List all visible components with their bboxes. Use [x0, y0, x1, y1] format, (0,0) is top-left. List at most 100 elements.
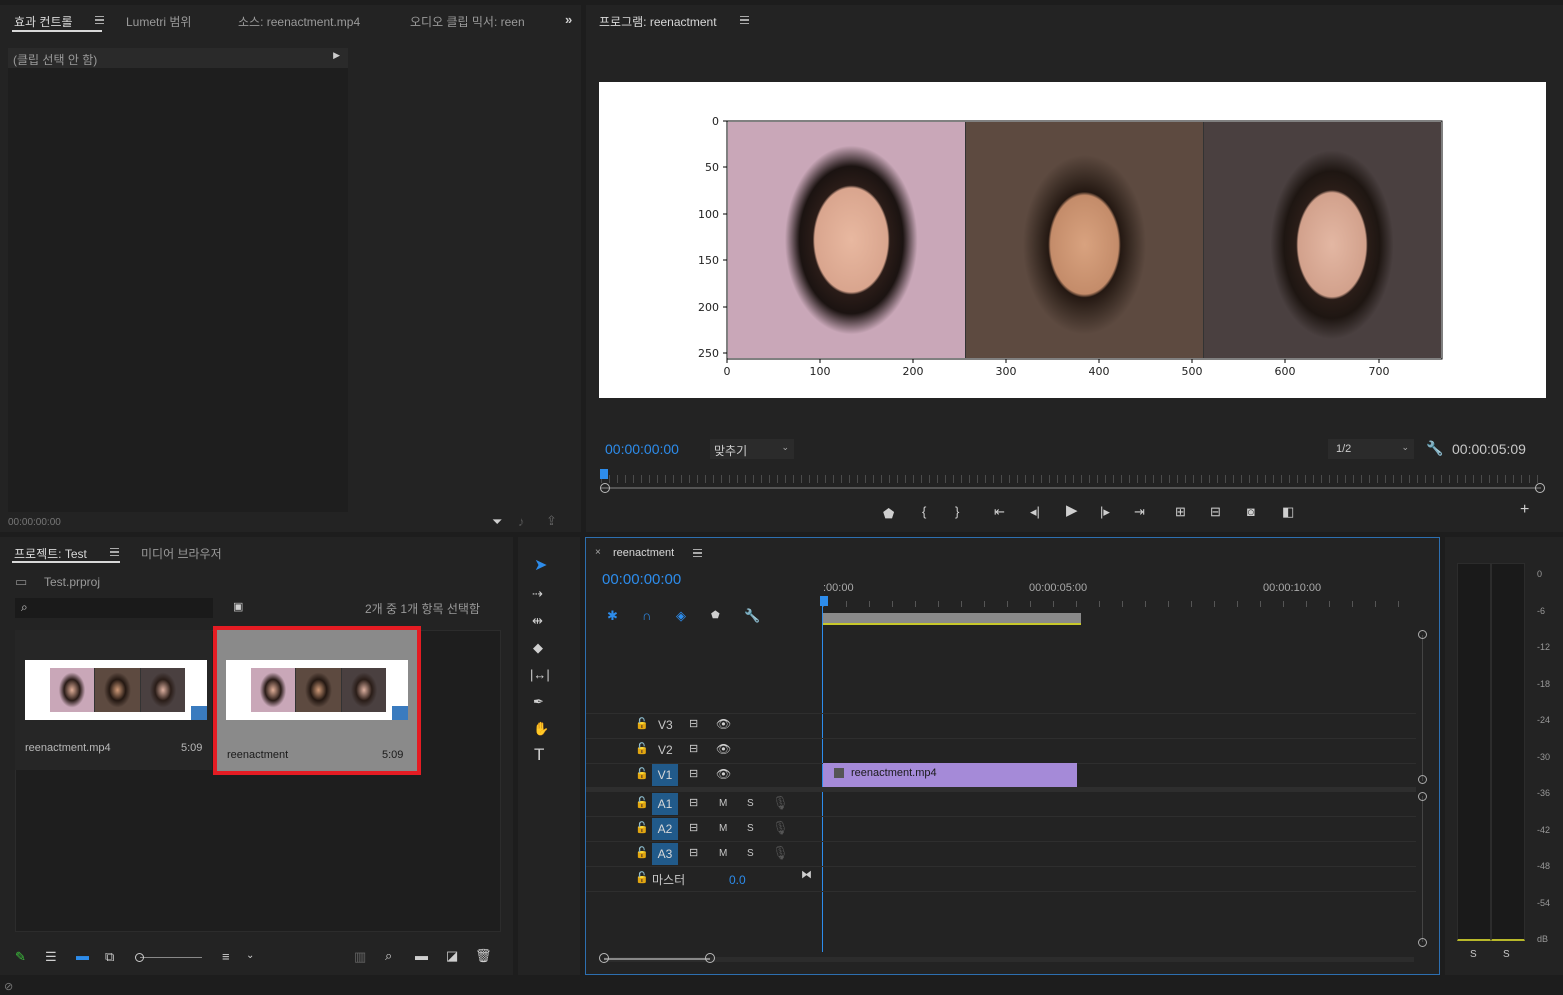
tab-project[interactable]: 프로젝트: Test [14, 545, 87, 562]
find-icon[interactable]: ▣ [233, 600, 243, 614]
lock-icon[interactable]: 🔓 [635, 767, 649, 781]
vertical-scrollbar[interactable] [1422, 635, 1423, 781]
find-icon[interactable]: ⌕ [385, 949, 392, 963]
sync-lock-icon[interactable]: ⊟ [689, 821, 698, 835]
timeline-timecode[interactable]: 00:00:00:00 [602, 571, 681, 588]
lock-icon[interactable]: 🔓 [635, 742, 649, 756]
lock-icon[interactable]: 🔓 [635, 796, 649, 810]
project-item-selected[interactable]: reenactment 5:09 [213, 626, 421, 775]
new-bin-icon[interactable]: ▬ [415, 949, 428, 963]
vertical-scrollbar[interactable] [1422, 796, 1423, 942]
microphone-icon[interactable]: 🎙 [772, 821, 789, 835]
mark-in-icon[interactable]: { [922, 505, 926, 519]
snap-icon[interactable]: ∩ [642, 609, 651, 623]
nest-icon[interactable]: ✱ [607, 609, 618, 623]
play-audio-icon[interactable]: ♪ [518, 515, 525, 529]
fit-dropdown[interactable]: 맞추기 ⌄ [710, 439, 794, 459]
add-marker-icon[interactable]: ⬟ [711, 609, 720, 623]
scroll-handle[interactable] [1418, 775, 1427, 784]
scroll-handle[interactable] [1418, 630, 1427, 639]
add-button-icon[interactable]: + [1520, 502, 1529, 518]
filter-icon[interactable]: ⏷ [492, 515, 502, 529]
wrench-icon[interactable]: 🔧 [744, 609, 760, 623]
razor-tool-icon[interactable]: ◆ [533, 641, 543, 655]
status-icon[interactable]: ⊘ [4, 980, 13, 994]
track-select-tool-icon[interactable]: ⇢ [532, 587, 543, 601]
freeform-view-icon[interactable]: ⧉ [105, 950, 114, 964]
timeline-menu-icon[interactable] [693, 549, 702, 557]
step-back-icon[interactable]: ◂| [1030, 505, 1040, 519]
eye-icon[interactable]: 👁 [716, 742, 731, 756]
linked-selection-icon[interactable]: ◈ [676, 609, 686, 623]
automate-sequence-icon[interactable]: ▥ [354, 950, 366, 964]
zoom-scrollbar[interactable] [601, 487, 1541, 489]
sync-lock-icon[interactable]: ⊟ [689, 767, 698, 781]
sync-lock-icon[interactable]: ⊟ [689, 742, 698, 756]
mute-button[interactable]: M [719, 823, 727, 834]
solo-left-button[interactable]: S [1470, 949, 1477, 960]
scroll-handle[interactable] [1418, 792, 1427, 801]
eye-icon[interactable]: 👁 [716, 767, 731, 781]
expand-arrow-icon[interactable]: ▶ [333, 50, 340, 61]
scroll-handle[interactable] [705, 953, 715, 963]
go-to-in-icon[interactable]: ⇤ [994, 505, 1005, 519]
go-to-out-icon[interactable]: ⇥ [1134, 505, 1145, 519]
tab-program[interactable]: 프로그램: reenactment [599, 13, 717, 30]
tab-lumetri-scopes[interactable]: Lumetri 범위 [126, 13, 191, 30]
zoom-handle-left[interactable] [600, 483, 610, 493]
lock-icon[interactable]: 🔓 [635, 871, 649, 885]
resolution-dropdown[interactable]: 1/2 ⌄ [1328, 439, 1414, 459]
project-item[interactable]: reenactment.mp4 5:09 [15, 630, 212, 770]
sync-lock-icon[interactable]: ⊟ [689, 846, 698, 860]
lift-icon[interactable]: ⊞ [1175, 505, 1186, 519]
more-tabs-icon[interactable]: » [565, 13, 572, 27]
solo-right-button[interactable]: S [1503, 949, 1510, 960]
playhead-marker[interactable] [600, 469, 608, 479]
tab-effect-controls[interactable]: 효과 컨트롤 [14, 13, 73, 30]
pen-tool-icon[interactable]: ✒ [533, 695, 544, 709]
mute-button[interactable]: M [719, 848, 727, 859]
solo-button[interactable]: S [747, 823, 754, 834]
go-to-end-icon[interactable]: ⧓ [801, 868, 812, 882]
scroll-handle[interactable] [1418, 938, 1427, 947]
new-item-icon[interactable]: ◪ [446, 949, 458, 963]
tab-source[interactable]: 소스: reenactment.mp4 [238, 13, 360, 30]
camera-icon[interactable]: ◙ [1247, 505, 1255, 519]
track-label-v2[interactable]: V2 [658, 743, 673, 757]
solo-button[interactable]: S [747, 848, 754, 859]
program-menu-icon[interactable] [740, 16, 749, 24]
trash-icon[interactable]: 🗑 [475, 949, 492, 963]
sync-lock-icon[interactable]: ⊟ [689, 717, 698, 731]
close-icon[interactable]: × [595, 546, 601, 560]
wrench-icon[interactable]: 🔧 [1426, 441, 1443, 455]
zoom-handle-right[interactable] [1535, 483, 1545, 493]
project-menu-icon[interactable] [110, 548, 119, 556]
microphone-icon[interactable]: 🎙 [772, 796, 789, 810]
tab-audio-clip-mixer[interactable]: 오디오 클립 믹서: reen [410, 13, 542, 30]
project-search-input[interactable]: ⌕ [15, 598, 213, 618]
selection-tool-icon[interactable]: ➤ [534, 558, 547, 574]
export-icon[interactable]: ⇪ [546, 514, 557, 528]
comparison-view-icon[interactable]: ◧ [1282, 505, 1294, 519]
tab-sequence[interactable]: reenactment [613, 547, 674, 559]
list-view-icon[interactable]: ☰ [45, 950, 57, 964]
eye-icon[interactable]: 👁 [716, 717, 731, 731]
solo-button[interactable]: S [747, 798, 754, 809]
track-label-v1[interactable]: V1 [652, 764, 678, 786]
scroll-handle[interactable] [599, 953, 609, 963]
lock-icon[interactable]: 🔓 [635, 821, 649, 835]
lock-icon[interactable]: 🔓 [635, 717, 649, 731]
ripple-edit-tool-icon[interactable]: ⇹ [532, 614, 543, 628]
sort-icon[interactable]: ≡ [222, 950, 230, 964]
track-label-a2[interactable]: A2 [652, 818, 678, 840]
program-time-ruler[interactable] [601, 475, 1541, 483]
icon-view-icon[interactable]: ▬ [76, 949, 89, 963]
horizontal-scrollbar[interactable] [604, 957, 1414, 962]
track-label-a3[interactable]: A3 [652, 843, 678, 865]
pencil-icon[interactable]: ✎ [15, 950, 26, 964]
master-volume-value[interactable]: 0.0 [729, 873, 746, 887]
microphone-icon[interactable]: 🎙 [772, 846, 789, 860]
type-tool-icon[interactable]: T [534, 746, 544, 763]
work-area-bar[interactable] [823, 613, 1081, 625]
play-icon[interactable]: ▶ [1066, 503, 1078, 518]
